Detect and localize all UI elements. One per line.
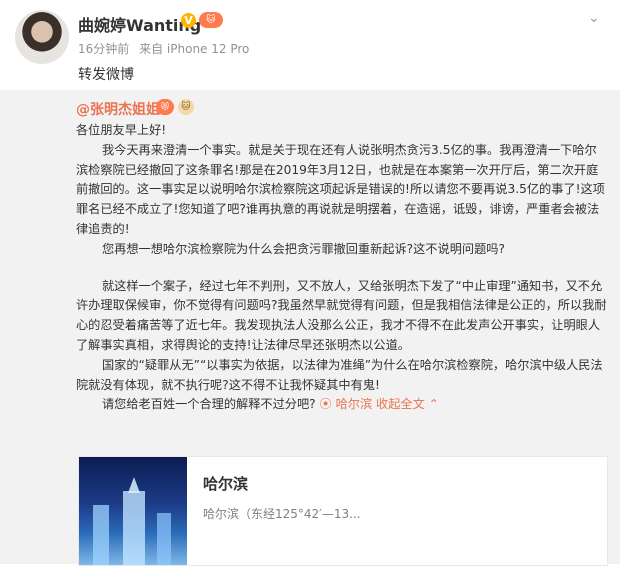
location-thumbnail [79,457,187,565]
paragraph-4: 国家的“疑罪从无”“以事实为依据，以法律为准绳”为什么在哈尔滨检察院，哈尔滨中级… [76,357,603,392]
post-time[interactable]: 16分钟前 [78,42,129,56]
cat-badge-icon: 🐱 [178,99,194,115]
paragraph-5: 请您给老百姓一个合理的解释不过分吧? ⦿ 哈尔滨 收起全文 ⌃ [76,395,608,415]
chevron-down-icon[interactable]: ⌄ [588,10,600,26]
member-badge-icon: 🐱 [199,12,223,28]
quoted-post: @张明杰姐姐 😻 🐱 各位朋友早上好! 我今天再来澄清一个事实。就是关于现在还有… [0,90,620,566]
post-header: 曲婉婷Wanting V 🐱 16分钟前 来自 iPhone 12 Pro ⌄ … [0,0,620,90]
repost-text: 转发微博 [78,67,134,83]
location-link[interactable]: ⦿ 哈尔滨 [320,397,373,411]
verified-icon: V [181,13,196,28]
post-source: 来自 iPhone 12 Pro [139,42,250,56]
heart-eyes-badge-icon: 😻 [156,99,174,115]
location-card[interactable]: 哈尔滨 哈尔滨（东经125°42′—13... [78,456,608,566]
location-card-title: 哈尔滨 [203,475,249,493]
collapse-full-text-link[interactable]: 收起全文 ⌃ [376,397,439,411]
paragraph-1: 我今天再来澄清一个事实。就是关于现在还有人说张明杰贪污3.5亿的事。我再澄清一下… [76,142,605,236]
paragraph-5-text: 请您给老百姓一个合理的解释不过分吧? [102,397,316,412]
quoted-author-link[interactable]: @张明杰姐姐 [76,99,160,119]
paragraph-3: 就这样一个案子，经过七年不判刑，又不放人，又给张明杰下发了“中止审理”通知书，又… [76,278,607,352]
quoted-article: 各位朋友早上好! 我今天再来澄清一个事实。就是关于现在还有人说张明杰贪污3.5亿… [76,121,608,415]
avatar[interactable] [15,10,69,64]
location-card-subtitle: 哈尔滨（东经125°42′—13... [203,507,361,521]
paragraph-2: 您再想一想哈尔滨检察院为什么会把贪污罪撤回重新起诉?这不说明问题吗? [102,241,505,256]
greeting-text: 各位朋友早上好! [76,123,167,137]
post-meta: 16分钟前 来自 iPhone 12 Pro [78,40,255,57]
